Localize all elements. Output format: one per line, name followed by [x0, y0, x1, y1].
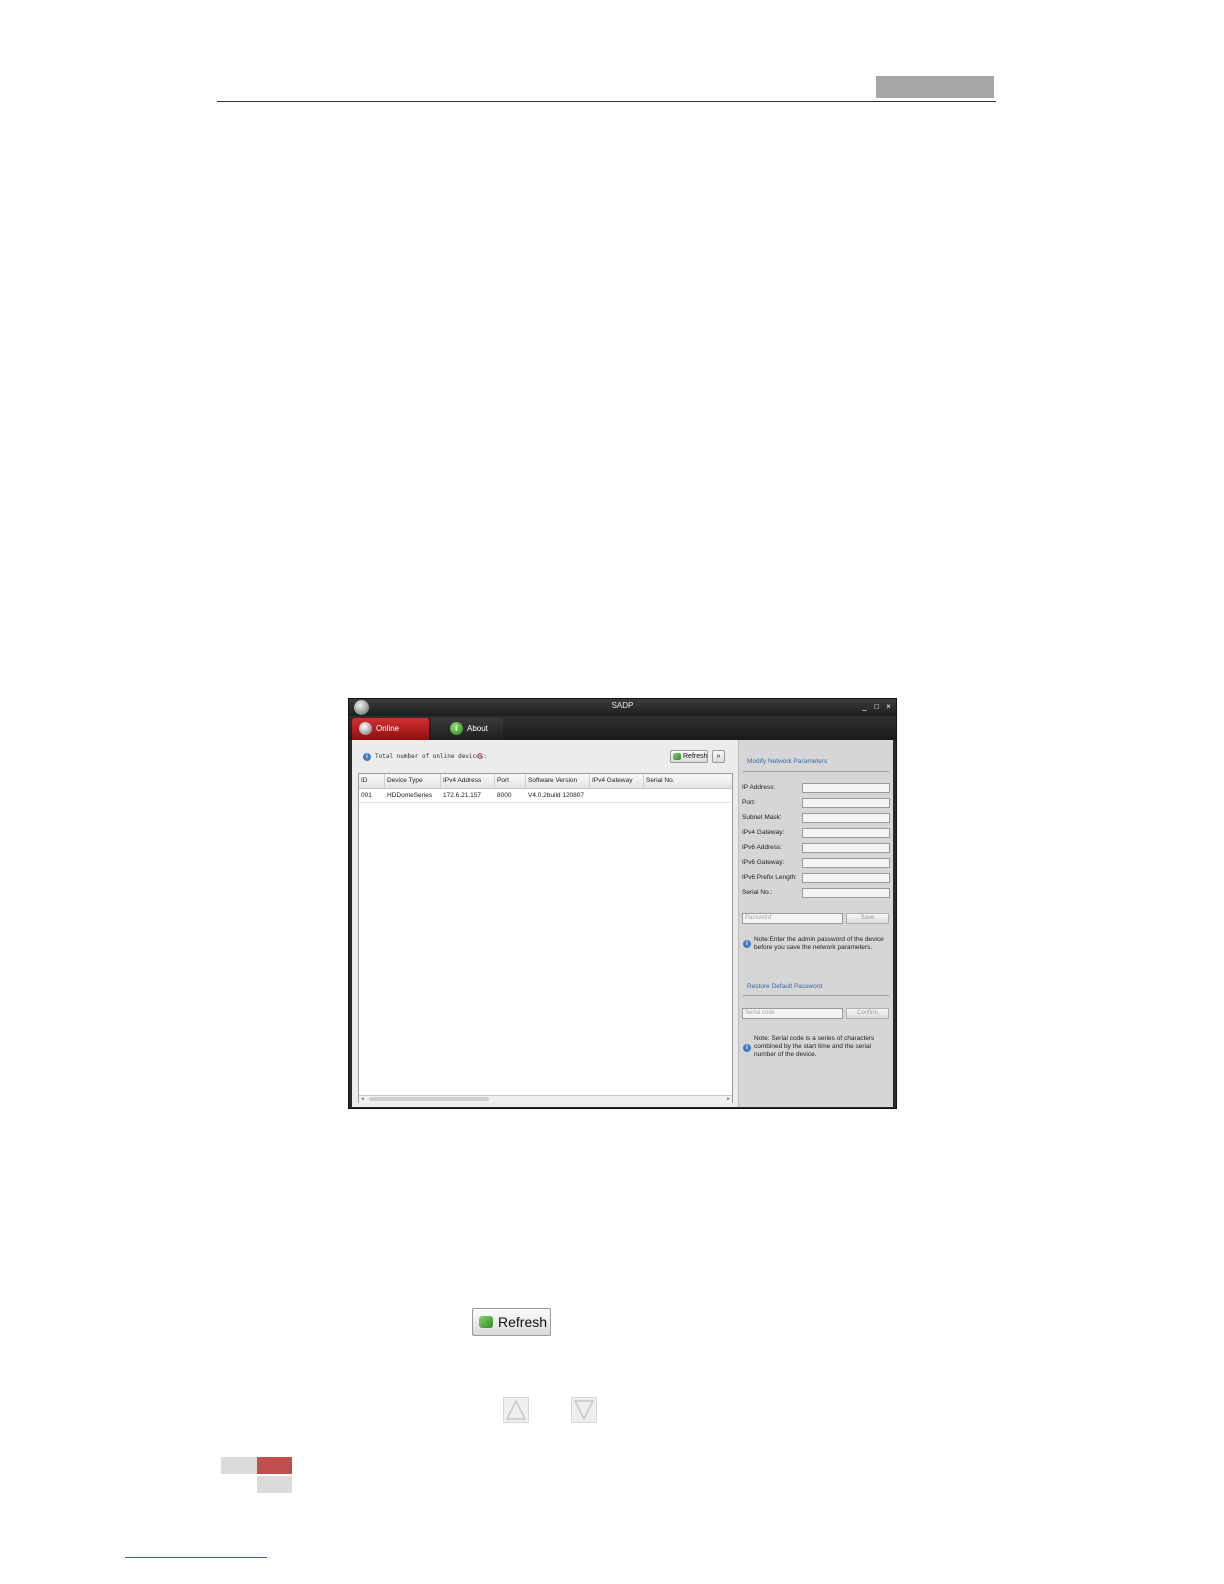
- ipv6-prefix-length-label: IPv6 Prefix Length:: [742, 874, 797, 881]
- ipv6-address-label: IPv6 Address:: [742, 844, 783, 851]
- ipv6-gateway-label: IPv6 Gateway:: [742, 859, 785, 866]
- footer-gray-block: [221, 1457, 257, 1474]
- header-rule: [217, 101, 996, 102]
- info-icon: i: [363, 753, 371, 761]
- device-list-panel: i Total number of online devices: 5 Refr…: [352, 740, 736, 1107]
- table-header: ID Device Type IPv4 Address Port Softwar…: [359, 774, 732, 789]
- cell-port: 8000: [497, 792, 512, 799]
- column-header-ipv4-address[interactable]: IPv4 Address: [441, 774, 495, 788]
- column-header-serial-no[interactable]: Serial No.: [644, 774, 732, 788]
- maximize-button[interactable]: □: [871, 701, 882, 712]
- horizontal-scrollbar[interactable]: ◂ ▸: [359, 1095, 732, 1103]
- ipv6-gateway-field[interactable]: [802, 858, 890, 868]
- ip-address-field[interactable]: [802, 783, 890, 793]
- column-header-ipv4-gateway[interactable]: IPv4 Gateway: [590, 774, 644, 788]
- refresh-button-label: Refresh: [683, 753, 708, 760]
- column-header-device-type[interactable]: Device Type: [385, 774, 441, 788]
- total-devices-count: 5: [478, 752, 483, 761]
- title-bar[interactable]: SADP _ □ ×: [349, 699, 896, 716]
- serial-no-field[interactable]: [802, 888, 890, 898]
- confirm-button[interactable]: Confirm: [846, 1008, 889, 1019]
- cell-serial-no: [644, 790, 732, 802]
- window-content: i Total number of online devices: 5 Refr…: [352, 740, 893, 1107]
- refresh-icon: [673, 753, 681, 760]
- table-row[interactable]: 001 HDDomeSeries 172.6.21.157 8000 V4.0.…: [359, 789, 732, 803]
- port-field[interactable]: [802, 798, 890, 808]
- sadp-window: SADP _ □ × Online Devices i About i Tota…: [348, 698, 897, 1109]
- subnet-mask-label: Subnet Mask:: [742, 814, 782, 821]
- column-header-port[interactable]: Port: [495, 774, 526, 788]
- refresh-button-illustration-label: Refresh: [498, 1314, 548, 1330]
- sort-ascending-icon: [503, 1397, 529, 1423]
- scroll-right-icon[interactable]: ▸: [725, 1096, 732, 1103]
- note-info-icon: i: [743, 1044, 751, 1052]
- scrollbar-thumb[interactable]: [369, 1097, 489, 1101]
- cell-id: 001: [361, 792, 372, 799]
- save-note: Note:Enter the admin password of the dev…: [754, 936, 884, 951]
- window-title: SADP: [611, 701, 634, 710]
- column-header-id[interactable]: ID: [359, 774, 385, 788]
- footer-red-block: [257, 1457, 292, 1474]
- section-divider: [743, 995, 889, 996]
- sort-descending-icon: [571, 1397, 597, 1423]
- serial-no-label: Serial No.:: [742, 889, 773, 896]
- refresh-icon: [479, 1316, 493, 1328]
- cell-software-version: V4.0.2build 120807: [528, 792, 585, 799]
- row-divider: [359, 802, 732, 803]
- ipv6-address-field[interactable]: [802, 843, 890, 853]
- tab-about-label: About: [467, 724, 488, 733]
- ipv4-gateway-label: IPv4 Gateway:: [742, 829, 785, 836]
- total-devices-label: Total number of online devices:: [375, 753, 487, 760]
- close-button[interactable]: ×: [883, 701, 894, 712]
- save-button[interactable]: Save: [846, 913, 889, 924]
- info-icon: i: [450, 722, 463, 735]
- restore-default-password-title: Restore Default Password: [747, 983, 823, 990]
- note-info-icon: i: [743, 940, 751, 948]
- refresh-button-illustration: Refresh: [472, 1308, 551, 1336]
- scroll-left-icon[interactable]: ◂: [359, 1096, 366, 1103]
- ip-address-label: IP Address:: [742, 784, 776, 791]
- ipv6-prefix-length-field[interactable]: [802, 873, 890, 883]
- cell-device-type: HDDomeSeries: [387, 792, 433, 799]
- device-table: ID Device Type IPv4 Address Port Softwar…: [358, 773, 733, 1103]
- password-input[interactable]: Password: [742, 913, 843, 924]
- tab-online-devices[interactable]: Online Devices: [352, 718, 429, 755]
- minimize-button[interactable]: _: [859, 701, 870, 712]
- serial-code-input[interactable]: Serial code: [742, 1008, 843, 1019]
- footer-link-underline: [125, 1557, 267, 1558]
- section-divider: [743, 771, 889, 772]
- ipv4-gateway-field[interactable]: [802, 828, 890, 838]
- modify-network-title: Modify Network Parameters: [747, 758, 828, 765]
- column-header-software-version[interactable]: Software Version: [526, 774, 590, 788]
- refresh-button[interactable]: Refresh: [670, 750, 708, 763]
- serial-code-note: Note: Serial code is a series of charact…: [754, 1035, 875, 1058]
- subnet-mask-field[interactable]: [802, 813, 890, 823]
- header-gray-box: [876, 76, 994, 98]
- port-label: Port:: [742, 799, 756, 806]
- footer-gray-block: [257, 1476, 292, 1493]
- cell-ipv4-address: 172.6.21.157: [443, 792, 481, 799]
- online-devices-icon: [359, 722, 372, 735]
- cell-ipv4-gateway: [590, 790, 644, 802]
- tab-bar: Online Devices i About: [349, 716, 896, 755]
- modify-parameters-panel: Modify Network Parameters IP Address: Po…: [738, 740, 893, 1107]
- expand-button[interactable]: »: [712, 750, 725, 763]
- tab-about[interactable]: i About: [431, 718, 503, 740]
